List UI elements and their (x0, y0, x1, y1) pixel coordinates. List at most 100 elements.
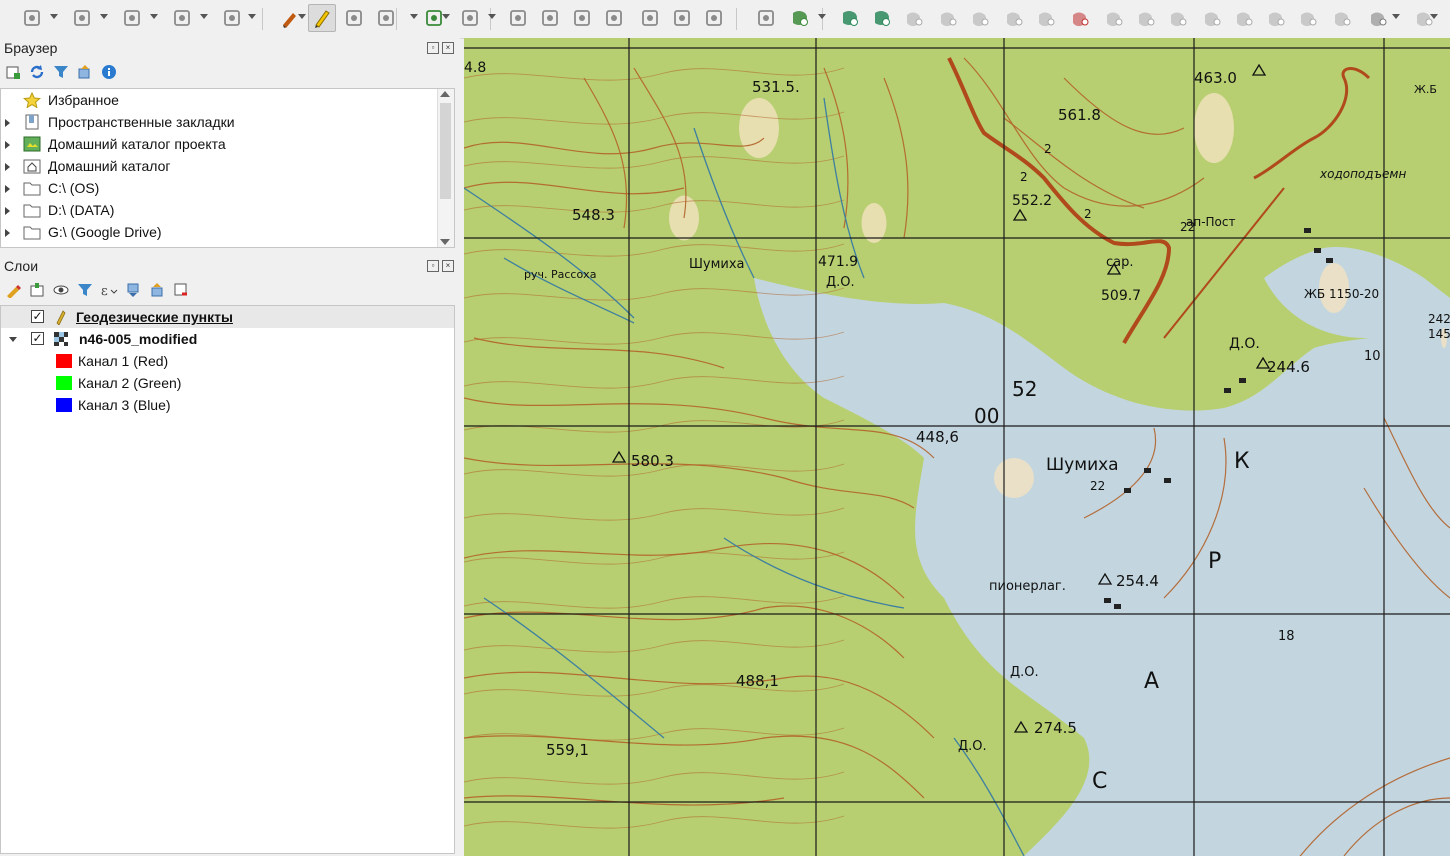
collapse-all-layers-icon[interactable] (148, 281, 166, 299)
expand-arrow-icon[interactable] (5, 207, 10, 215)
dropdown-arrow-icon[interactable] (298, 14, 306, 19)
left-dock: Браузер ▫ × Избранное Пространственные за… (0, 38, 460, 856)
shape-add-icon[interactable] (836, 4, 864, 32)
shape-reverse-icon[interactable] (1164, 4, 1192, 32)
dropdown-arrow-icon[interactable] (488, 14, 496, 19)
redo-icon[interactable] (700, 4, 728, 32)
band-label: Канал 2 (Green) (78, 375, 182, 391)
expand-arrow-icon[interactable] (5, 185, 10, 193)
dropdown-arrow-icon[interactable] (1430, 14, 1438, 19)
close-panel-icon[interactable]: × (442, 260, 454, 272)
expand-arrow-icon[interactable] (5, 229, 10, 237)
browser-scrollbar[interactable] (437, 89, 454, 247)
refresh-icon[interactable] (28, 63, 46, 81)
float-panel-icon[interactable]: ▫ (427, 260, 439, 272)
expression-filter-icon[interactable]: ε (100, 281, 118, 299)
layer-row-raster[interactable]: ✓ n46-005_modified (1, 328, 454, 350)
browser-item[interactable]: D:\ (DATA) (1, 199, 438, 221)
copy-icon[interactable] (600, 4, 628, 32)
point-layer-icon (56, 310, 66, 325)
open-project-icon[interactable] (68, 4, 96, 32)
shape-align-icon[interactable] (1328, 4, 1356, 32)
star-icon (22, 91, 42, 109)
expand-arrow-icon[interactable] (5, 141, 10, 149)
building-block (1124, 488, 1131, 493)
shape-curve-icon[interactable] (1364, 4, 1392, 32)
bare-ground-patch (739, 98, 779, 158)
browser-item[interactable]: C:\ (OS) (1, 177, 438, 199)
table-icon[interactable] (504, 4, 532, 32)
dropdown-arrow-icon[interactable] (150, 14, 158, 19)
collapse-all-icon[interactable] (76, 63, 94, 81)
layers-panel-buttons: ▫ × (427, 260, 454, 272)
style-panel-icon[interactable] (4, 281, 22, 299)
paste-icon[interactable] (636, 4, 664, 32)
info-icon[interactable] (100, 63, 118, 81)
dropdown-arrow-icon[interactable] (442, 14, 450, 19)
add-selected-layers-icon[interactable] (4, 63, 22, 81)
dropdown-arrow-icon[interactable] (200, 14, 208, 19)
dropdown-arrow-icon[interactable] (818, 14, 826, 19)
dropdown-arrow-icon[interactable] (100, 14, 108, 19)
browser-item[interactable]: G:\ (Google Drive) (1, 221, 438, 243)
layer-visibility-checkbox[interactable]: ✓ (31, 332, 44, 345)
add-group-icon[interactable] (28, 281, 46, 299)
browser-item-label: D:\ (DATA) (48, 202, 115, 218)
shape-delete-icon[interactable] (1066, 4, 1094, 32)
shape-split-icon[interactable] (934, 4, 962, 32)
vertex-tool-icon[interactable] (456, 4, 484, 32)
remove-layer-icon[interactable] (172, 281, 190, 299)
undo-icon[interactable] (668, 4, 696, 32)
save-edits-icon[interactable] (340, 4, 368, 32)
map-label: ап-Пост (1186, 215, 1235, 229)
map-label: 00 (974, 404, 999, 428)
visibility-icon[interactable] (52, 281, 70, 299)
dropdown-arrow-icon[interactable] (248, 14, 256, 19)
shape-offset-icon[interactable] (1100, 4, 1128, 32)
shape-fill-icon[interactable] (966, 4, 994, 32)
map-label: Шумиха (689, 257, 745, 272)
layer-row-geodetic-points[interactable]: ✓ Геодезические пункты (1, 306, 454, 328)
filter-icon[interactable] (52, 63, 70, 81)
collapse-arrow-icon[interactable] (9, 337, 17, 342)
layout-icon[interactable] (168, 4, 196, 32)
bare-ground-patch (1194, 93, 1234, 163)
expand-arrow-icon[interactable] (5, 119, 10, 127)
new-project-icon[interactable] (18, 4, 46, 32)
browser-item[interactable]: Домашний каталог (1, 155, 438, 177)
layer-visibility-checkbox[interactable]: ✓ (31, 310, 44, 323)
svg-text:ε: ε (101, 284, 108, 298)
shape-scale-icon[interactable] (1198, 4, 1226, 32)
browser-item[interactable]: Избранное (1, 89, 438, 111)
dropdown-arrow-icon[interactable] (1392, 14, 1400, 19)
style-manager-icon[interactable] (218, 4, 246, 32)
shape-simplify-icon[interactable] (1000, 4, 1028, 32)
close-panel-icon[interactable]: × (442, 42, 454, 54)
shape-rotate-icon[interactable] (868, 4, 896, 32)
dropdown-arrow-icon[interactable] (50, 14, 58, 19)
shape-reshape-icon[interactable] (1132, 4, 1160, 32)
save-project-icon[interactable] (118, 4, 146, 32)
shape-ring-icon[interactable] (1032, 4, 1060, 32)
map-label: 2 (1084, 207, 1092, 221)
dropdown-arrow-icon[interactable] (410, 14, 418, 19)
float-panel-icon[interactable]: ▫ (427, 42, 439, 54)
expand-arrow-icon[interactable] (5, 163, 10, 171)
map-label: 488,1 (736, 672, 779, 690)
snap-icon[interactable] (752, 4, 780, 32)
shape-cut2-icon[interactable] (1262, 4, 1290, 32)
topographic-map[interactable]: 4.8 531.5. 561.8 463.0 548.3 552.2 471.9 Д.О. 50… (464, 38, 1450, 856)
filter-legend-icon[interactable] (76, 281, 94, 299)
cut-icon[interactable] (568, 4, 596, 32)
shape-reflect-icon[interactable] (1294, 4, 1322, 32)
expand-all-icon[interactable] (124, 281, 142, 299)
browser-panel-buttons: ▫ × (427, 42, 454, 54)
delete-icon[interactable] (536, 4, 564, 32)
shape-merge-icon[interactable] (900, 4, 928, 32)
edit-pencil-icon[interactable] (308, 4, 336, 32)
shape-cut-icon[interactable] (1230, 4, 1258, 32)
browser-item[interactable]: Пространственные закладки (1, 111, 438, 133)
add-feature-icon[interactable] (786, 4, 814, 32)
browser-item[interactable]: Домашний каталог проекта (1, 133, 438, 155)
map-canvas[interactable]: 4.8 531.5. 561.8 463.0 548.3 552.2 471.9 Д.О. 50… (464, 38, 1450, 856)
